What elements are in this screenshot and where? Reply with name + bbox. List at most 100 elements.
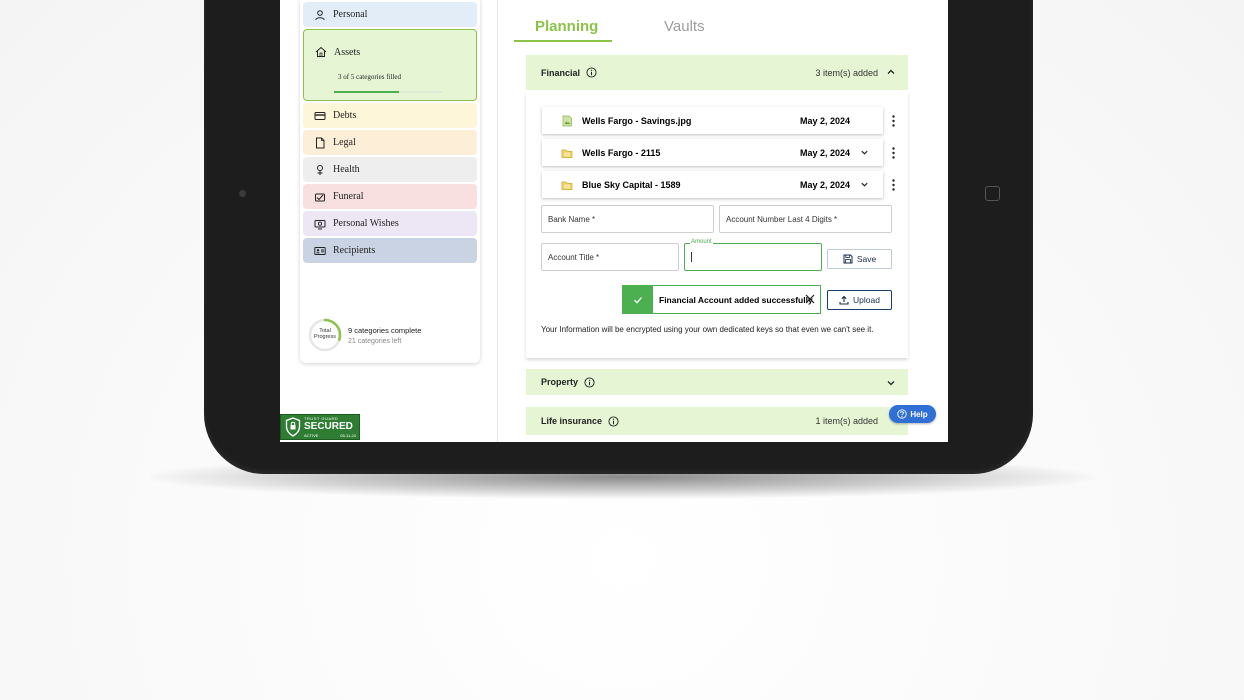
tablet-home-button: [985, 186, 1000, 201]
sidebar-item-label: Personal: [333, 9, 368, 20]
assets-progress-fill: [334, 91, 399, 93]
bank-name-field[interactable]: Bank Name *: [541, 205, 714, 233]
accordion-title: Life insurance: [541, 416, 603, 426]
file-name: Blue Sky Capital - 1589: [582, 179, 681, 190]
info-icon[interactable]: [608, 415, 619, 427]
info-icon[interactable]: [586, 67, 597, 78]
save-icon: [843, 254, 853, 264]
tab-planning[interactable]: Planning: [535, 18, 598, 35]
accordion-header-property[interactable]: Property: [526, 369, 908, 395]
save-label: Save: [856, 254, 877, 264]
sidebar-item-debts[interactable]: Debts: [303, 103, 477, 128]
assets-progress-bar: [334, 91, 442, 93]
sidebar-item-label: Assets: [334, 46, 361, 58]
folder-icon: [561, 181, 573, 190]
file-name: Wells Fargo - Savings.jpg: [582, 115, 692, 126]
file-date: May 2, 2024: [800, 115, 851, 126]
text-caret: [691, 252, 692, 262]
encryption-note: Your Information will be encrypted using…: [541, 325, 874, 334]
tablet-screen: Personal Assets 3 of 5 categories filled: [280, 0, 948, 442]
accordion-property[interactable]: Property: [526, 369, 908, 395]
wishes-icon: [314, 218, 326, 230]
upload-label: Upload: [853, 295, 880, 305]
sidebar-item-health[interactable]: Health: [303, 157, 477, 182]
sidebar-item-label: Legal: [333, 137, 356, 148]
upload-button[interactable]: Upload: [827, 290, 892, 310]
secured-label: SECURED: [304, 421, 353, 432]
help-label: Help: [910, 409, 928, 419]
categories-complete: 9 categories complete: [348, 325, 422, 335]
check-icon: [623, 286, 653, 313]
sidebar-item-legal[interactable]: Legal: [303, 130, 477, 155]
file-date: May 2, 2024: [800, 179, 851, 190]
folder-icon: [561, 149, 573, 158]
item-count: 1 item(s) added: [815, 416, 878, 426]
active-tab-indicator: [514, 40, 612, 42]
financial-panel: Wells Fargo - Savings.jpg May 2, 2024 We…: [526, 91, 908, 358]
chevron-down-icon[interactable]: [860, 180, 869, 189]
document-icon: [314, 137, 326, 149]
category-sidebar: Personal Assets 3 of 5 categories filled: [300, 0, 480, 363]
more-options-icon[interactable]: [892, 179, 895, 191]
assets-progress-text: 3 of 5 categories filled: [338, 73, 401, 81]
account-title-field[interactable]: Account Title *: [541, 243, 679, 271]
bank-name-placeholder: Bank Name *: [548, 214, 596, 224]
account-title-placeholder: Account Title *: [548, 252, 600, 262]
amount-label: Amount: [690, 239, 713, 245]
credit-card-icon: [314, 110, 326, 122]
help-icon: [897, 409, 907, 419]
sidebar-item-label: Health: [333, 164, 360, 175]
funeral-icon: [314, 191, 326, 203]
total-progress-ring: Total Progress: [308, 318, 342, 352]
item-count: 3 item(s) added: [815, 67, 878, 78]
save-button[interactable]: Save: [827, 249, 892, 269]
sidebar-item-label: Recipients: [333, 245, 376, 256]
accordion-header-financial[interactable]: Financial 3 item(s) added: [526, 55, 908, 90]
sidebar-item-assets[interactable]: Assets 3 of 5 categories filled: [303, 29, 477, 101]
account-number-placeholder: Account Number Last 4 Digits *: [726, 214, 838, 224]
trust-date-label: 05-11-24: [340, 433, 356, 438]
sidebar-item-label: Debts: [333, 110, 357, 121]
health-icon: [314, 164, 326, 176]
tablet-camera: [239, 190, 246, 197]
accordion-title: Property: [541, 377, 579, 387]
main-tabs: Planning Vaults: [514, 0, 714, 44]
accordion-header-life-insurance[interactable]: Life insurance 1 item(s) added: [526, 407, 908, 435]
person-icon: [314, 9, 326, 21]
home-icon: [315, 46, 327, 58]
sidebar-item-personal[interactable]: Personal: [303, 2, 477, 27]
total-progress: Total Progress 9 categories complete 21 …: [308, 318, 421, 352]
close-icon[interactable]: [804, 293, 816, 305]
amount-field[interactable]: Amount: [684, 239, 822, 271]
chevron-down-icon[interactable]: [860, 148, 869, 157]
shield-icon: [285, 417, 301, 437]
help-button[interactable]: Help: [889, 405, 936, 423]
info-icon[interactable]: [584, 376, 595, 388]
sidebar-item-funeral[interactable]: Funeral: [303, 184, 477, 209]
toast-message: Financial Account added successfully: [659, 294, 813, 305]
success-toast: Financial Account added successfully: [622, 285, 821, 314]
chevron-down-icon[interactable]: [886, 378, 896, 388]
file-name: Wells Fargo - 2115: [582, 147, 661, 158]
accordion-life-insurance[interactable]: Life insurance 1 item(s) added: [526, 407, 908, 435]
file-row[interactable]: Wells Fargo - 2115 May 2, 2024: [542, 139, 883, 166]
accordion-financial[interactable]: Financial 3 item(s) added: [526, 55, 908, 90]
sidebar-item-label: Funeral: [333, 191, 364, 202]
file-row[interactable]: Wells Fargo - Savings.jpg May 2, 2024: [542, 107, 883, 134]
recipients-icon: [314, 245, 326, 257]
more-options-icon[interactable]: [892, 147, 895, 159]
tab-vaults[interactable]: Vaults: [664, 18, 705, 35]
upload-icon: [839, 295, 849, 305]
trust-guard-badge[interactable]: TRUST GUARD SECURED ACTIVE 05-11-24: [280, 414, 360, 440]
account-number-field[interactable]: Account Number Last 4 Digits *: [719, 205, 892, 233]
categories-left: 21 categories left: [348, 337, 402, 345]
accordion-title: Financial: [541, 67, 581, 78]
chevron-up-icon[interactable]: [886, 67, 896, 77]
sidebar-item-label: Personal Wishes: [333, 218, 399, 229]
sidebar-item-personal-wishes[interactable]: Personal Wishes: [303, 211, 477, 236]
file-date: May 2, 2024: [800, 147, 851, 158]
ring-label-progress: Progress: [313, 334, 336, 340]
sidebar-item-recipients[interactable]: Recipients: [303, 238, 477, 263]
more-options-icon[interactable]: [892, 115, 895, 127]
file-row[interactable]: Blue Sky Capital - 1589 May 2, 2024: [542, 171, 883, 198]
